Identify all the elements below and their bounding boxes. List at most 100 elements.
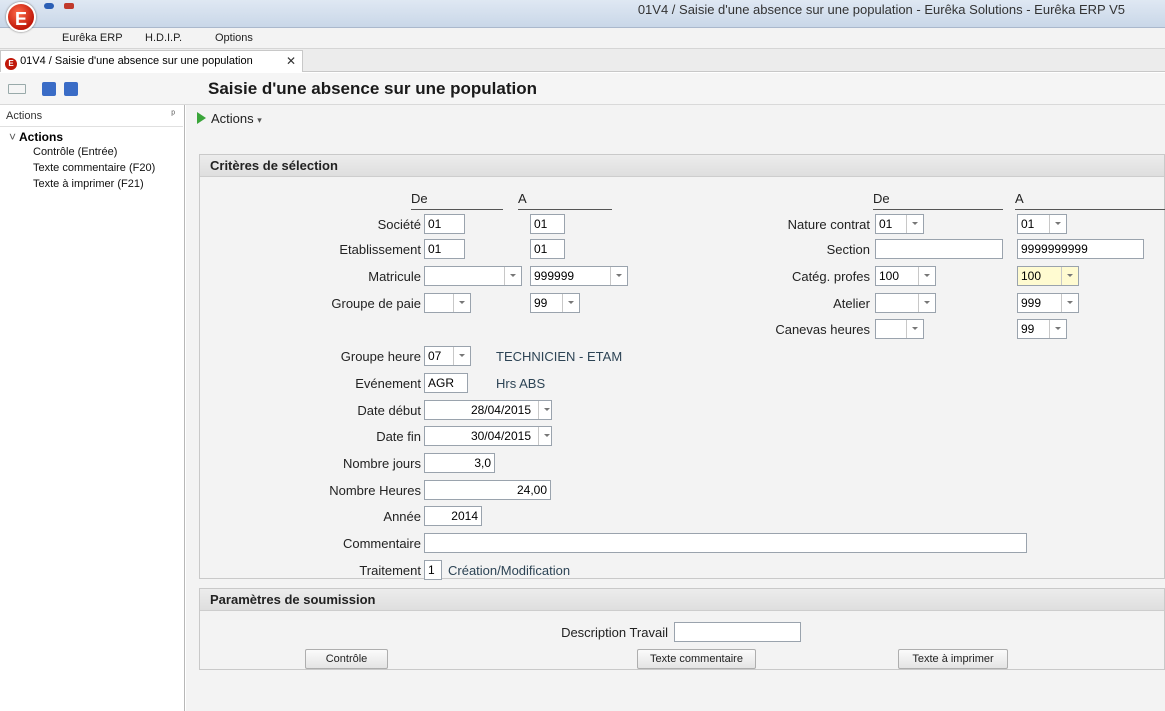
canevas-heures-label: Canevas heures: [775, 322, 870, 337]
section-from-field[interactable]: [875, 239, 1003, 259]
etablissement-to-field[interactable]: 01: [530, 239, 565, 259]
dropdown-arrow-icon[interactable]: [906, 320, 923, 338]
controle-button[interactable]: Contrôle: [305, 649, 388, 669]
calendar-dropdown-icon[interactable]: [538, 427, 551, 445]
date-fin-picker[interactable]: 30/04/2015: [424, 426, 552, 446]
societe-to-field[interactable]: 01: [530, 214, 565, 234]
traitement-description: Création/Modification: [448, 563, 571, 578]
criteria-panel: Critères de sélection De A De A Société …: [199, 154, 1165, 580]
societe-label: Société: [377, 217, 421, 232]
dropdown-arrow-icon[interactable]: [918, 267, 935, 285]
categ-profes-to-value: 100: [1021, 269, 1042, 283]
tab-label: 01V4 / Saisie d'une absence sur une popu…: [20, 55, 253, 67]
menu-eureka-erp[interactable]: Eurêka ERP: [62, 32, 123, 44]
evenement-description: Hrs ABS: [496, 376, 546, 391]
date-fin-label: Date fin: [376, 429, 421, 444]
etablissement-from-field[interactable]: 01: [424, 239, 465, 259]
date-fin-value: 30/04/2015: [470, 429, 531, 443]
canevas-heures-to-value: 99: [1021, 322, 1035, 336]
section-label: Section: [826, 242, 870, 257]
texte-imprimer-button[interactable]: Texte à imprimer: [898, 649, 1008, 669]
layout-menu-icon[interactable]: [8, 84, 26, 94]
groupe-heure-label: Groupe heure: [340, 349, 421, 364]
canevas-heures-from-dropdown[interactable]: [875, 319, 924, 339]
groupe-paie-label: Groupe de paie: [331, 296, 421, 311]
groupe-heure-dropdown[interactable]: 07: [424, 346, 471, 366]
etablissement-label: Etablissement: [339, 242, 421, 257]
traitement-field[interactable]: 1: [424, 560, 442, 580]
dropdown-arrow-icon[interactable]: [918, 294, 935, 312]
calendar-dropdown-icon[interactable]: [538, 401, 551, 419]
nature-contrat-from-value: 01: [879, 217, 893, 231]
close-tab-icon[interactable]: ✕: [286, 51, 296, 71]
categ-profes-to-dropdown[interactable]: 100: [1017, 266, 1079, 286]
dropdown-arrow-icon[interactable]: [562, 294, 579, 312]
eureka-logo-icon: E: [5, 58, 17, 70]
section-to-field[interactable]: 9999999999: [1017, 239, 1144, 259]
window-title: 01V4 / Saisie d'une absence sur une popu…: [637, 2, 1125, 17]
description-travail-label: Description Travail: [561, 625, 668, 640]
nombre-heures-label: Nombre Heures: [329, 483, 421, 498]
atelier-to-value: 999: [1021, 296, 1042, 310]
back-arrow-icon[interactable]: [64, 82, 78, 96]
pin-icon[interactable]: ᵖ: [171, 109, 175, 120]
action-texte-commentaire[interactable]: Texte commentaire (F20): [33, 162, 155, 174]
description-travail-field[interactable]: [674, 622, 801, 642]
action-texte-imprimer[interactable]: Texte à imprimer (F21): [33, 178, 144, 190]
dropdown-arrow-icon[interactable]: [906, 215, 923, 233]
nature-contrat-label: Nature contrat: [787, 217, 870, 232]
dropdown-arrow-icon[interactable]: [610, 267, 627, 285]
left-header-to: A: [518, 191, 612, 210]
chevron-down-icon: ▾: [257, 115, 262, 125]
nombre-jours-field[interactable]: 3,0: [424, 453, 495, 473]
nombre-heures-field[interactable]: 24,00: [424, 480, 551, 500]
actions-dropdown-button[interactable]: Actions ▾: [197, 111, 262, 126]
annee-field[interactable]: 2014: [424, 506, 482, 526]
dropdown-arrow-icon[interactable]: [1061, 294, 1078, 312]
atelier-to-dropdown[interactable]: 999: [1017, 293, 1079, 313]
groupe-paie-from-dropdown[interactable]: [424, 293, 471, 313]
menu-hdip[interactable]: H.D.I.P.: [145, 32, 182, 44]
dropdown-arrow-icon[interactable]: [1049, 320, 1066, 338]
dropdown-arrow-icon[interactable]: [1061, 267, 1078, 285]
nombre-jours-label: Nombre jours: [342, 456, 421, 471]
groupe-paie-to-dropdown[interactable]: 99: [530, 293, 580, 313]
close-window-icon[interactable]: [42, 82, 56, 96]
dropdown-arrow-icon[interactable]: [1049, 215, 1066, 233]
categ-profes-label: Catég. profes: [791, 269, 870, 284]
dropdown-arrow-icon[interactable]: [453, 294, 470, 312]
actions-group-header[interactable]: ˅ Actions: [9, 130, 63, 144]
dropdown-arrow-icon[interactable]: [453, 347, 470, 365]
action-controle[interactable]: Contrôle (Entrée): [33, 146, 117, 158]
dropdown-arrow-icon[interactable]: [504, 267, 521, 285]
chevron-down-icon: ˅: [9, 130, 17, 144]
evenement-field[interactable]: AGR: [424, 373, 468, 393]
texte-commentaire-button[interactable]: Texte commentaire: [637, 649, 756, 669]
evenement-label: Evénement: [355, 376, 421, 391]
app-logo-icon[interactable]: E: [6, 2, 36, 32]
date-debut-label: Date début: [357, 403, 421, 418]
menu-options[interactable]: Options: [215, 32, 253, 44]
date-debut-picker[interactable]: 28/04/2015: [424, 400, 552, 420]
societe-from-field[interactable]: 01: [424, 214, 465, 234]
right-header-to: A: [1015, 191, 1165, 210]
matricule-label: Matricule: [368, 269, 421, 284]
matricule-to-dropdown[interactable]: 999999: [530, 266, 628, 286]
nature-contrat-to-dropdown[interactable]: 01: [1017, 214, 1067, 234]
commentaire-label: Commentaire: [342, 536, 421, 551]
actions-pane-title: Actions: [6, 110, 43, 122]
categ-profes-from-dropdown[interactable]: 100: [875, 266, 936, 286]
categ-profes-from-value: 100: [879, 269, 900, 283]
tab-saisie-absence[interactable]: E 01V4 / Saisie d'une absence sur une po…: [0, 50, 303, 72]
actions-button-label: Actions: [211, 111, 254, 126]
nature-contrat-from-dropdown[interactable]: 01: [875, 214, 924, 234]
title-bar: E 01V4 / Saisie d'une absence sur une po…: [0, 0, 1165, 32]
submission-panel: Paramètres de soumission Description Tra…: [199, 588, 1165, 670]
groupe-heure-value: 07: [428, 349, 442, 363]
canevas-heures-to-dropdown[interactable]: 99: [1017, 319, 1067, 339]
atelier-from-dropdown[interactable]: [875, 293, 936, 313]
actions-group-label: Actions: [19, 130, 64, 144]
commentaire-field[interactable]: [424, 533, 1027, 553]
matricule-from-dropdown[interactable]: [424, 266, 522, 286]
play-icon: [197, 112, 206, 124]
